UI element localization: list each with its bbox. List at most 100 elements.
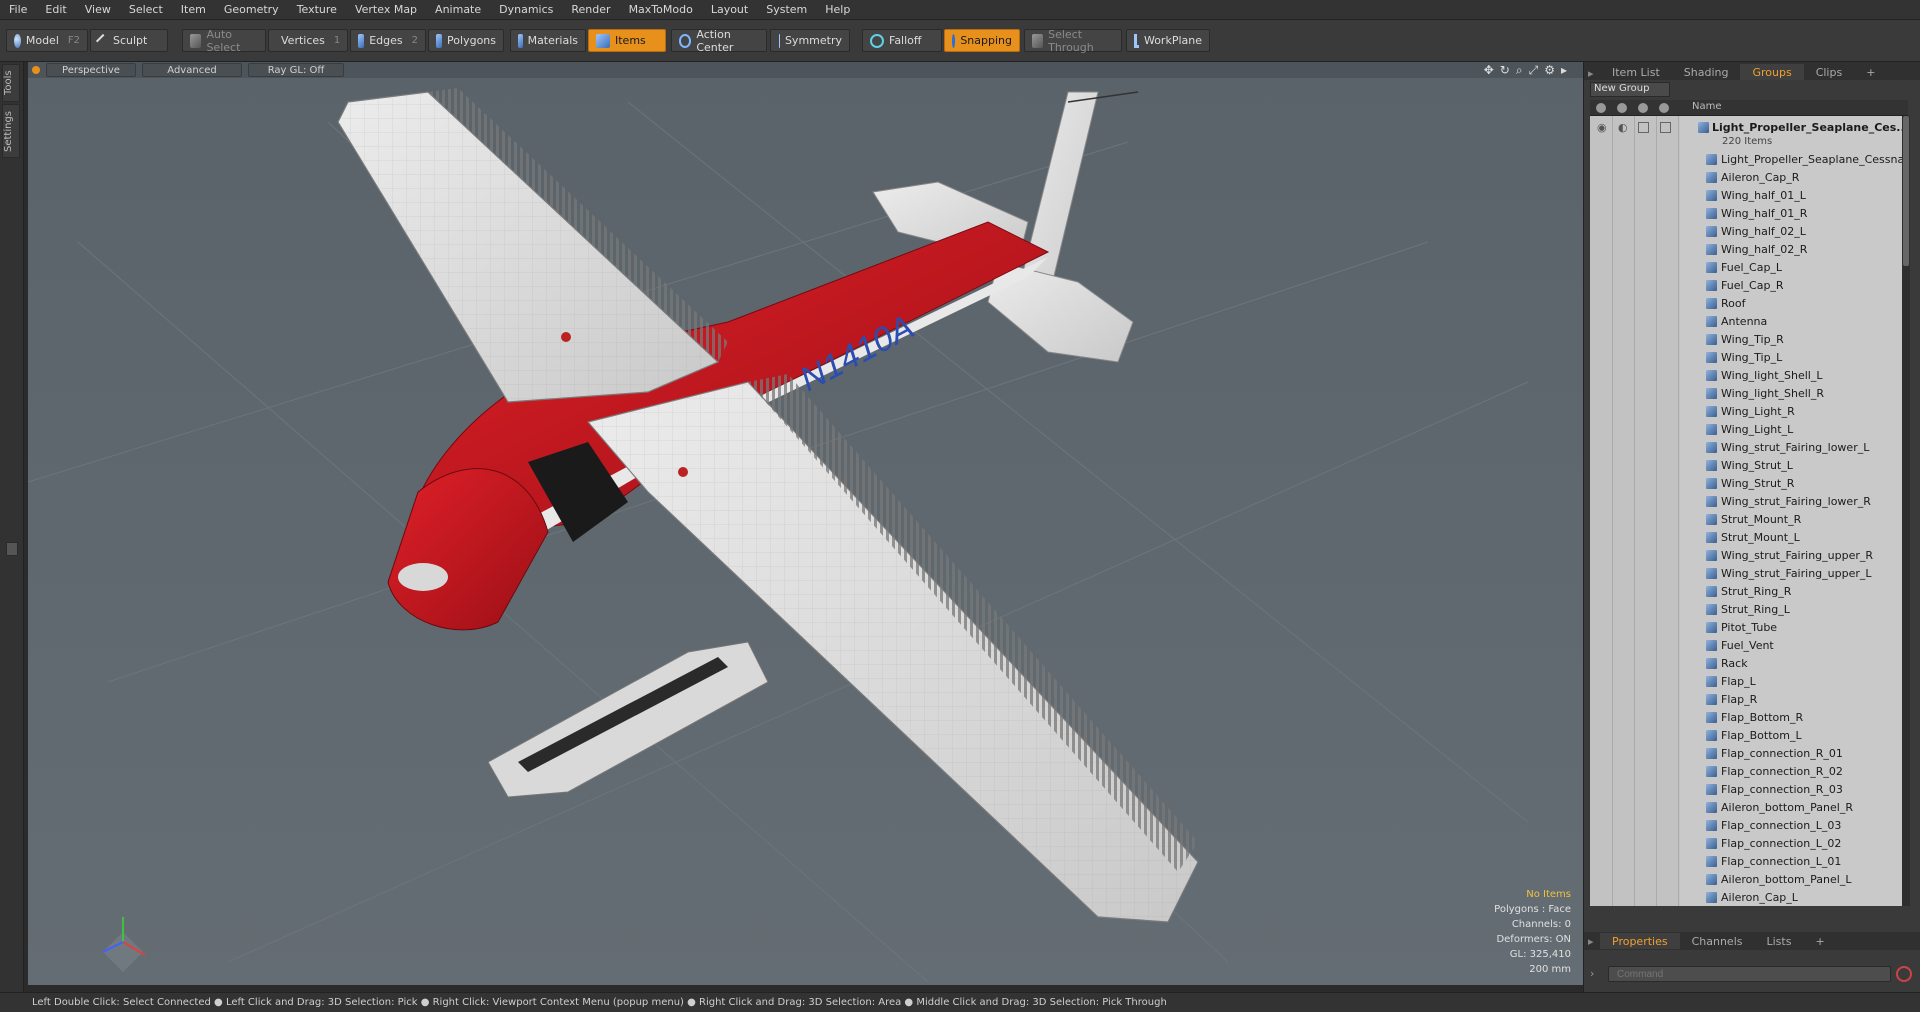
add-tab-icon[interactable]: + [1854, 64, 1887, 80]
list-row[interactable]: Aileron_Cap_R [1590, 168, 1908, 186]
materials-button[interactable]: Materials [510, 29, 586, 52]
list-row[interactable]: Light_Propeller_Seaplane_Cessna... [1590, 150, 1908, 168]
list-row[interactable]: Aileron_bottom_Panel_R [1590, 798, 1908, 816]
list-row[interactable]: Wing_Light_L [1590, 420, 1908, 438]
tab-shading[interactable]: Shading [1672, 64, 1741, 80]
list-row[interactable]: Roof [1590, 294, 1908, 312]
command-history-button[interactable] [1896, 966, 1912, 982]
menu-select[interactable]: Select [120, 3, 172, 16]
list-row[interactable]: Fuel_Vent [1590, 636, 1908, 654]
workplane-button[interactable]: WorkPlane [1126, 29, 1210, 52]
tab-groups[interactable]: Groups [1740, 64, 1804, 80]
add-bottom-tab-icon[interactable]: + [1803, 933, 1836, 949]
list-row[interactable]: Strut_Mount_R [1590, 510, 1908, 528]
list-row[interactable]: Aileron_Cap_L [1590, 888, 1908, 906]
menu-vertex-map[interactable]: Vertex Map [346, 3, 426, 16]
list-row[interactable]: Wing_strut_Fairing_lower_L [1590, 438, 1908, 456]
list-row[interactable]: Wing_half_02_R [1590, 240, 1908, 258]
perspective-dropdown[interactable]: Perspective [46, 63, 136, 77]
tab-properties[interactable]: Properties [1600, 933, 1680, 949]
list-row[interactable]: Antenna [1590, 312, 1908, 330]
menu-view[interactable]: View [76, 3, 120, 16]
menu-geometry[interactable]: Geometry [215, 3, 288, 16]
list-scrollbar[interactable] [1902, 116, 1910, 906]
maximize-icon[interactable]: ⤢ [1529, 63, 1539, 78]
menu-edit[interactable]: Edit [36, 3, 75, 16]
list-row[interactable]: Wing_half_01_R [1590, 204, 1908, 222]
tab-channels[interactable]: Channels [1680, 933, 1755, 949]
select-through-button[interactable]: Select Through [1024, 28, 1122, 54]
menu-render[interactable]: Render [562, 3, 619, 16]
action-center-button[interactable]: Action Center [671, 28, 767, 54]
list-row[interactable]: Flap_connection_R_03 [1590, 780, 1908, 798]
list-row[interactable]: Wing_light_Shell_L [1590, 366, 1908, 384]
list-row[interactable]: Wing_Light_R [1590, 402, 1908, 420]
falloff-button[interactable]: Falloff [862, 29, 942, 52]
list-row[interactable]: Flap_Bottom_L [1590, 726, 1908, 744]
3d-viewport[interactable]: N1410A Perspective Advanced Ray GL: Off [28, 62, 1583, 985]
list-row[interactable]: Wing_light_Shell_R [1590, 384, 1908, 402]
list-row[interactable]: Flap_Bottom_R [1590, 708, 1908, 726]
tab-settings[interactable]: Settings [2, 104, 20, 158]
list-row[interactable]: Wing_strut_Fairing_upper_L [1590, 564, 1908, 582]
pan-icon[interactable]: ✥ [1484, 63, 1494, 78]
name-column-header[interactable]: Name [1692, 101, 1722, 112]
list-row[interactable]: Flap_connection_L_02 [1590, 834, 1908, 852]
tab-item-list[interactable]: Item List [1600, 64, 1672, 80]
list-row[interactable]: Wing_strut_Fairing_upper_R [1590, 546, 1908, 564]
sculpt-button[interactable]: Sculpt [90, 29, 168, 52]
list-row[interactable]: Aileron_bottom_Panel_L [1590, 870, 1908, 888]
list-row[interactable]: Flap_L [1590, 672, 1908, 690]
menu-file[interactable]: File [0, 3, 36, 16]
list-row[interactable]: Wing_half_01_L [1590, 186, 1908, 204]
scroll-thumb[interactable] [1903, 116, 1909, 266]
group-list[interactable]: ◉ ◐ Light_Propeller_Seaplane_Ces... 220 … [1590, 116, 1908, 906]
symmetry-button[interactable]: Symmetry [770, 29, 850, 52]
viewport-menu-icon[interactable] [32, 66, 40, 74]
list-row[interactable]: Pitot_Tube [1590, 618, 1908, 636]
tab-clips[interactable]: Clips [1804, 64, 1855, 80]
list-row[interactable]: Flap_connection_L_01 [1590, 852, 1908, 870]
auto-select-button[interactable]: Auto Select [182, 28, 266, 54]
list-row[interactable]: Wing_strut_Fairing_lower_R [1590, 492, 1908, 510]
list-row[interactable]: Flap_connection_R_02 [1590, 762, 1908, 780]
snapping-button[interactable]: Snapping [944, 29, 1020, 52]
lock-checkbox[interactable] [1638, 121, 1649, 133]
shading-dropdown[interactable]: Advanced [142, 63, 242, 77]
list-row[interactable]: Wing_half_02_L [1590, 222, 1908, 240]
command-input[interactable] [1608, 966, 1891, 982]
menu-animate[interactable]: Animate [426, 3, 490, 16]
zoom-icon[interactable]: ⌕ [1516, 63, 1523, 78]
menu-item[interactable]: Item [172, 3, 215, 16]
list-row[interactable]: Wing_Strut_R [1590, 474, 1908, 492]
new-group-button[interactable]: New Group [1590, 82, 1670, 97]
list-row[interactable]: Strut_Mount_L [1590, 528, 1908, 546]
menu-help[interactable]: Help [816, 3, 859, 16]
play-icon[interactable]: ▸ [1561, 63, 1567, 78]
list-row[interactable]: Rack [1590, 654, 1908, 672]
list-row[interactable]: Strut_Ring_R [1590, 582, 1908, 600]
list-row[interactable]: Wing_Strut_L [1590, 456, 1908, 474]
menu-layout[interactable]: Layout [702, 3, 757, 16]
menu-maxtomodo[interactable]: MaxToModo [620, 3, 702, 16]
list-row[interactable]: Strut_Ring_L [1590, 600, 1908, 618]
menu-texture[interactable]: Texture [288, 3, 346, 16]
list-row[interactable]: Wing_Tip_L [1590, 348, 1908, 366]
list-row[interactable]: Flap_connection_L_03 [1590, 816, 1908, 834]
edges-button[interactable]: Edges 2 [350, 29, 426, 52]
list-row[interactable]: Flap_R [1590, 690, 1908, 708]
bottom-panel-menu-icon[interactable]: ▸ [1584, 935, 1600, 948]
model-button[interactable]: Model F2 [6, 29, 88, 52]
tab-lists[interactable]: Lists [1755, 933, 1804, 949]
gear-icon[interactable]: ⚙ [1544, 63, 1555, 78]
panel-toggle-button[interactable] [6, 542, 18, 556]
select-checkbox[interactable] [1660, 121, 1671, 133]
rotate-icon[interactable]: ↻ [1500, 63, 1510, 78]
polygons-button[interactable]: Polygons [428, 29, 504, 52]
list-row[interactable]: Wing_Tip_R [1590, 330, 1908, 348]
list-row[interactable]: Flap_connection_R_01 [1590, 744, 1908, 762]
items-button[interactable]: Items [588, 29, 666, 52]
list-row[interactable]: Fuel_Cap_L [1590, 258, 1908, 276]
raygl-dropdown[interactable]: Ray GL: Off [248, 63, 344, 77]
tab-tools[interactable]: Tools [2, 64, 20, 102]
